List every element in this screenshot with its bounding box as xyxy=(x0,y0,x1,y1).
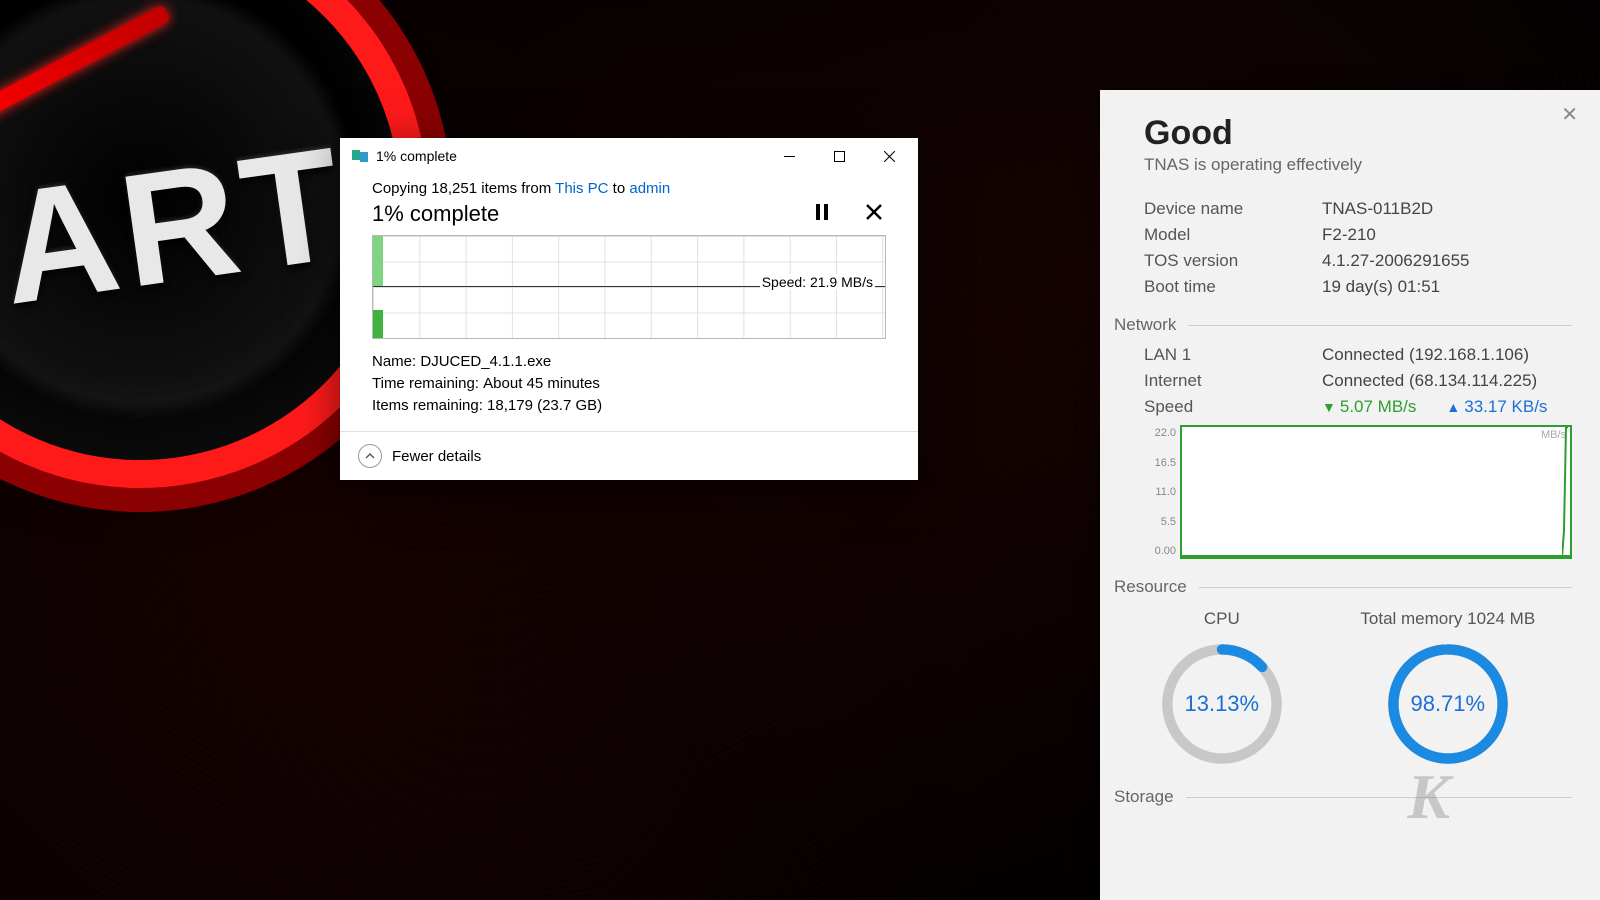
cpu-gauge-value: 13.13% xyxy=(1157,639,1287,769)
copy-summary-mid: to xyxy=(609,180,630,197)
cpu-gauge-title: CPU xyxy=(1204,609,1240,629)
tnas-device-name-row: Device nameTNAS-011B2D xyxy=(1144,199,1572,219)
section-storage-title: Storage xyxy=(1114,787,1572,807)
copy-summary-line: Copying 18,251 items from This PC to adm… xyxy=(372,180,886,197)
memory-gauge: Total memory 1024 MB 98.71% xyxy=(1360,609,1535,769)
memory-gauge-value: 98.71% xyxy=(1383,639,1513,769)
copy-chart-upper-fill xyxy=(373,236,383,286)
copy-percent-heading: 1% complete xyxy=(372,201,499,227)
copy-speed-chart: Speed: 21.9 MB/s xyxy=(372,235,886,339)
network-chart-baseline xyxy=(1182,555,1570,557)
section-network-title: Network xyxy=(1114,315,1572,335)
tnas-status-subtitle: TNAS is operating effectively xyxy=(1144,155,1572,175)
tnas-lan-row: LAN 1Connected (192.168.1.106) xyxy=(1144,345,1572,365)
network-chart-spike xyxy=(1562,427,1568,557)
tnas-status-title: Good xyxy=(1144,114,1572,153)
start-button-label: ART xyxy=(0,110,358,340)
network-chart-y-labels: 22.0 16.5 11.0 5.5 0.00 xyxy=(1144,425,1180,559)
upload-arrow-icon: ▲ xyxy=(1446,399,1460,415)
copy-chart-lower-fill xyxy=(373,310,383,338)
cpu-gauge: CPU 13.13% xyxy=(1157,609,1287,769)
copy-dialog-title: 1% complete xyxy=(376,148,764,164)
maximize-button[interactable] xyxy=(814,138,864,174)
cancel-button[interactable] xyxy=(862,203,886,226)
tnas-tos-version-row: TOS version4.1.27-2006291655 xyxy=(1144,251,1572,271)
tnas-boot-time-row: Boot time19 day(s) 01:51 xyxy=(1144,277,1572,297)
fewer-details-toggle[interactable]: Fewer details xyxy=(340,431,918,480)
tnas-speed-row: Speed ▼5.07 MB/s ▲33.17 KB/s xyxy=(1144,397,1572,417)
upload-speed: ▲33.17 KB/s xyxy=(1446,397,1547,417)
download-arrow-icon: ▼ xyxy=(1322,399,1336,415)
section-resource-title: Resource xyxy=(1114,577,1572,597)
download-speed: ▼5.07 MB/s xyxy=(1322,397,1416,417)
copy-destination-link[interactable]: admin xyxy=(629,180,670,197)
copy-items-remaining: Items remaining: 18,179 (23.7 GB) xyxy=(372,395,886,417)
close-button[interactable] xyxy=(864,138,914,174)
fewer-details-label: Fewer details xyxy=(392,448,481,465)
pause-button[interactable] xyxy=(810,203,834,226)
memory-gauge-title: Total memory 1024 MB xyxy=(1360,609,1535,629)
copy-current-name: Name: DJUCED_4.1.1.exe xyxy=(372,351,886,373)
chevron-up-icon xyxy=(358,444,382,468)
panel-close-button[interactable]: ✕ xyxy=(1553,98,1586,131)
copy-dialog-window: 1% complete Copying 18,251 items from Th… xyxy=(340,138,918,480)
copy-summary-prefix: Copying 18,251 items from xyxy=(372,180,555,197)
copy-source-link[interactable]: This PC xyxy=(555,180,608,197)
copy-dialog-titlebar[interactable]: 1% complete xyxy=(340,138,918,174)
start-button-accent xyxy=(0,4,171,133)
desktop-background: ART 1% complete Copying 18,251 items fro… xyxy=(0,0,1600,900)
copy-dialog-icon xyxy=(352,148,368,164)
network-throughput-chart: 22.0 16.5 11.0 5.5 0.00 MB/s xyxy=(1144,425,1572,559)
tnas-model-row: ModelF2-210 xyxy=(1144,225,1572,245)
tnas-internet-row: InternetConnected (68.134.114.225) xyxy=(1144,371,1572,391)
copy-speed-label: Speed: 21.9 MB/s xyxy=(760,274,875,290)
minimize-button[interactable] xyxy=(764,138,814,174)
network-chart-plot: MB/s xyxy=(1180,425,1572,559)
copy-time-remaining: Time remaining: About 45 minutes xyxy=(372,373,886,395)
tnas-status-panel: ✕ Good TNAS is operating effectively Dev… xyxy=(1100,90,1600,900)
